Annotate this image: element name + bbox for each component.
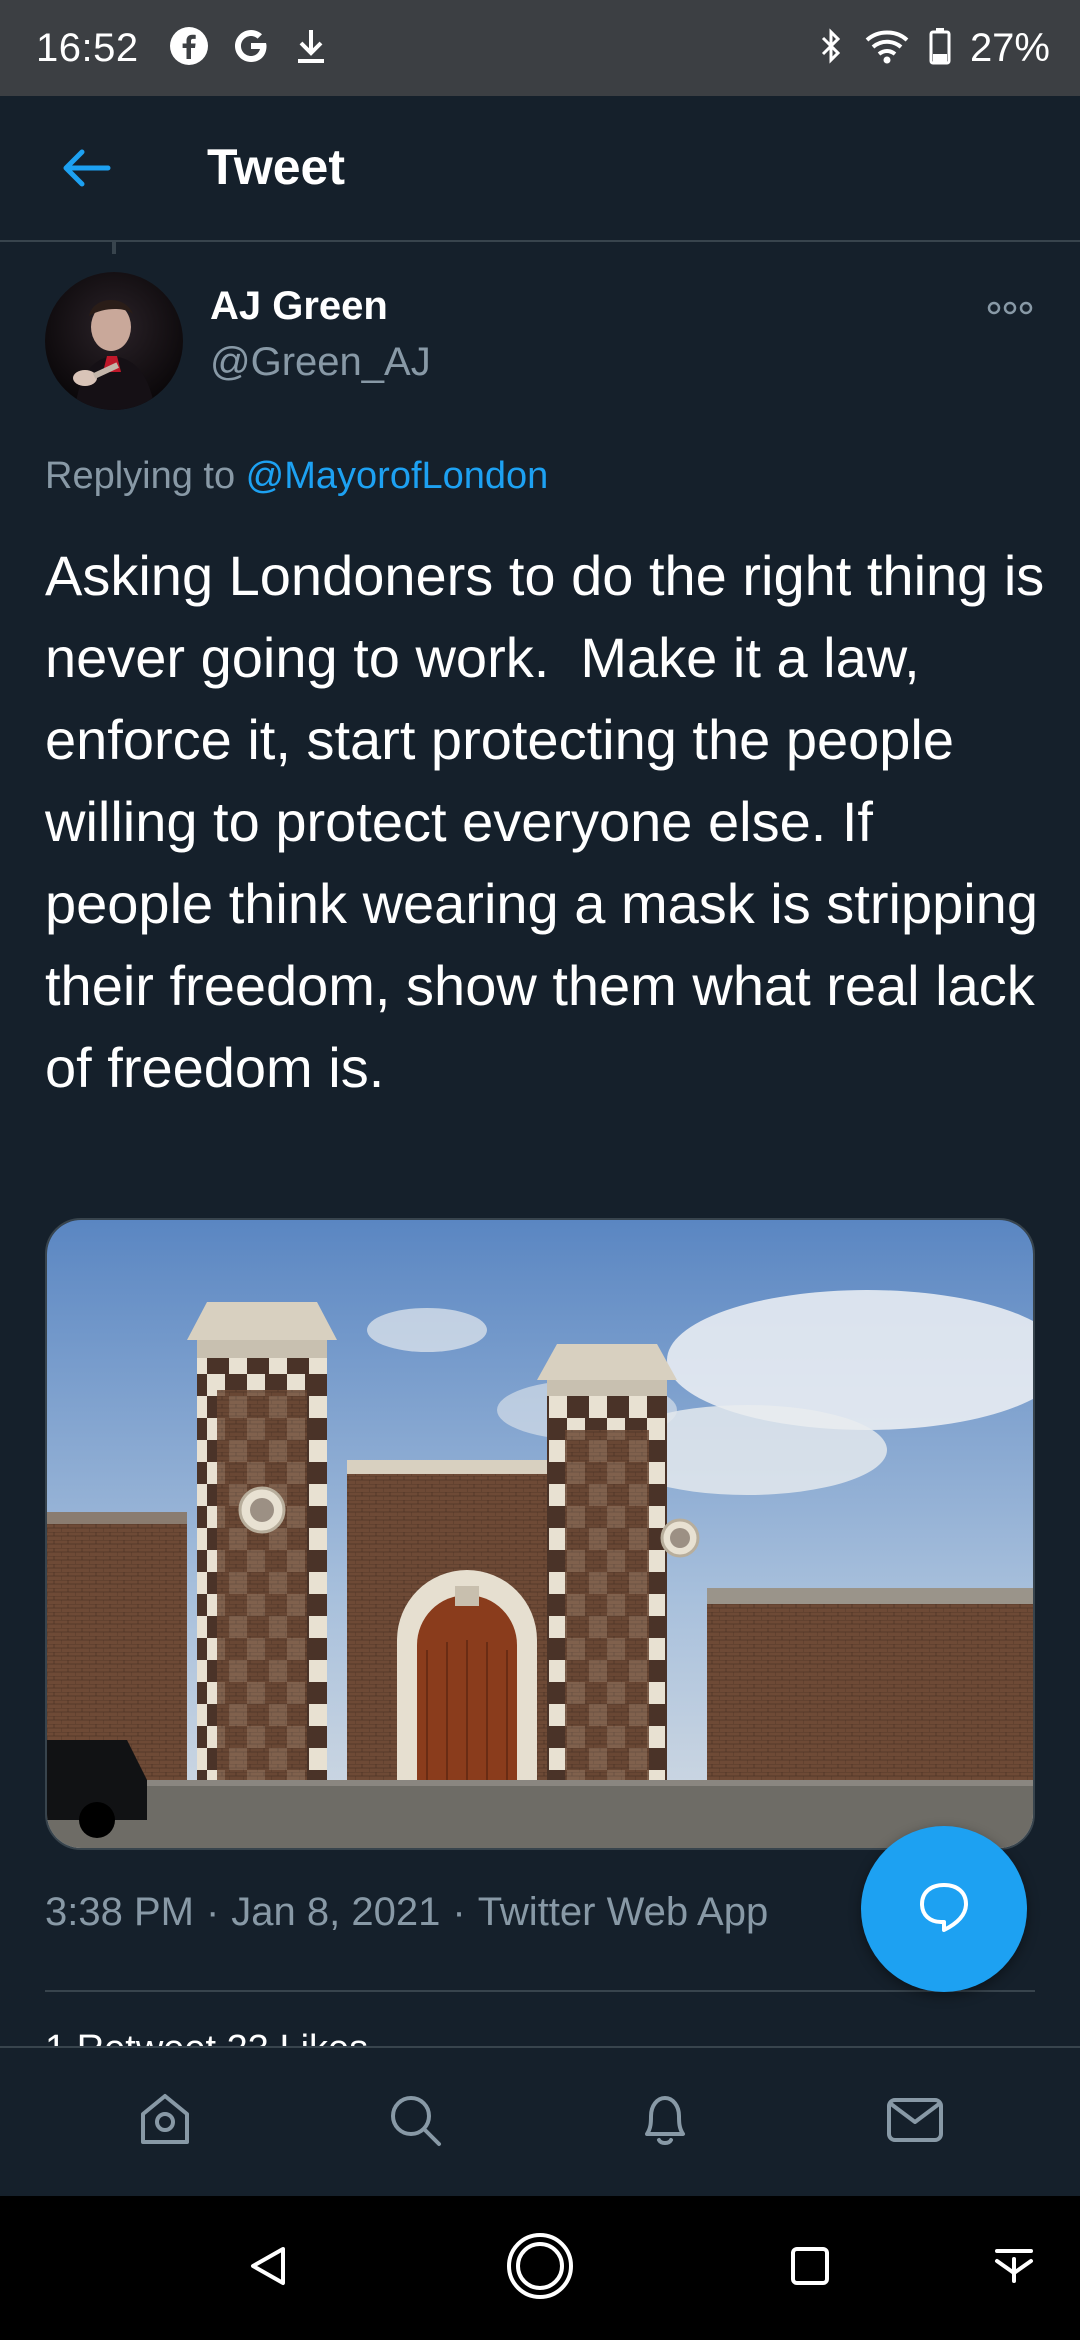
author-handle[interactable]: @Green_AJ — [210, 340, 431, 385]
search-icon — [383, 2088, 447, 2157]
more-icon — [986, 300, 1034, 321]
home-icon — [133, 2088, 197, 2157]
square-recents-icon — [785, 2241, 835, 2296]
app-header: Tweet — [0, 96, 1080, 242]
author-name[interactable]: AJ Green — [210, 284, 388, 329]
meta-separator: · — [205, 1890, 220, 1934]
tweet-text: Asking Londoners to do the right thing i… — [45, 544, 1060, 1099]
download-icon — [293, 26, 329, 71]
reply-mention-link[interactable]: @MayorofLondon — [246, 455, 549, 497]
arrow-left-icon — [60, 148, 112, 193]
system-recents-button[interactable] — [770, 2228, 850, 2308]
page-title: Tweet — [207, 139, 345, 195]
tweet-image[interactable] — [45, 1218, 1035, 1850]
mail-icon — [883, 2088, 947, 2157]
thread-connector — [112, 242, 116, 254]
compose-reply-button[interactable] — [861, 1826, 1027, 1992]
wifi-icon — [864, 26, 910, 71]
more-options-button[interactable] — [980, 290, 1040, 330]
battery-level: 27% — [969, 25, 1050, 70]
reply-bubble-icon — [914, 1877, 974, 1942]
status-time: 16:52 — [36, 25, 139, 70]
status-bar: 16:52 27% — [0, 0, 1080, 96]
replying-to: Replying to @MayorofLondon — [45, 455, 548, 498]
system-home-button[interactable] — [500, 2228, 580, 2308]
back-button[interactable] — [50, 134, 122, 206]
meta-separator: · — [452, 1890, 466, 1934]
battery-icon — [928, 26, 952, 71]
nav-messages[interactable] — [865, 2072, 965, 2172]
nav-search[interactable] — [365, 2072, 465, 2172]
notification-pulldown-button[interactable] — [974, 2228, 1054, 2308]
tweet-meta: 3:38 PM · Jan 8, 2021 · Twitter Web App — [45, 1890, 768, 1935]
bell-icon — [633, 2088, 697, 2157]
system-status: 27% — [816, 26, 1050, 71]
nav-notifications[interactable] — [615, 2072, 715, 2172]
screen: 16:52 27% Tweet AJ Green @Green_AJ Reply… — [0, 0, 1080, 2340]
google-icon — [231, 26, 271, 71]
nav-home[interactable] — [115, 2072, 215, 2172]
avatar[interactable] — [45, 272, 183, 410]
bottom-navigation — [0, 2046, 1080, 2196]
tweet-source-link[interactable]: Twitter Web App — [478, 1890, 769, 1935]
tweet-time: 3:38 PM — [45, 1890, 194, 1934]
tweet-date: Jan 8, 2021 — [231, 1890, 441, 1934]
chevron-down-icon — [989, 2241, 1039, 2296]
facebook-icon — [169, 26, 209, 71]
bluetooth-icon — [816, 26, 846, 71]
triangle-back-icon — [243, 2241, 293, 2296]
replying-prefix: Replying to — [45, 455, 246, 497]
system-navigation-bar — [0, 2196, 1080, 2340]
notification-icons — [169, 26, 329, 71]
system-back-button[interactable] — [228, 2228, 308, 2308]
circle-home-icon — [505, 2231, 575, 2306]
divider — [45, 1990, 1035, 1992]
